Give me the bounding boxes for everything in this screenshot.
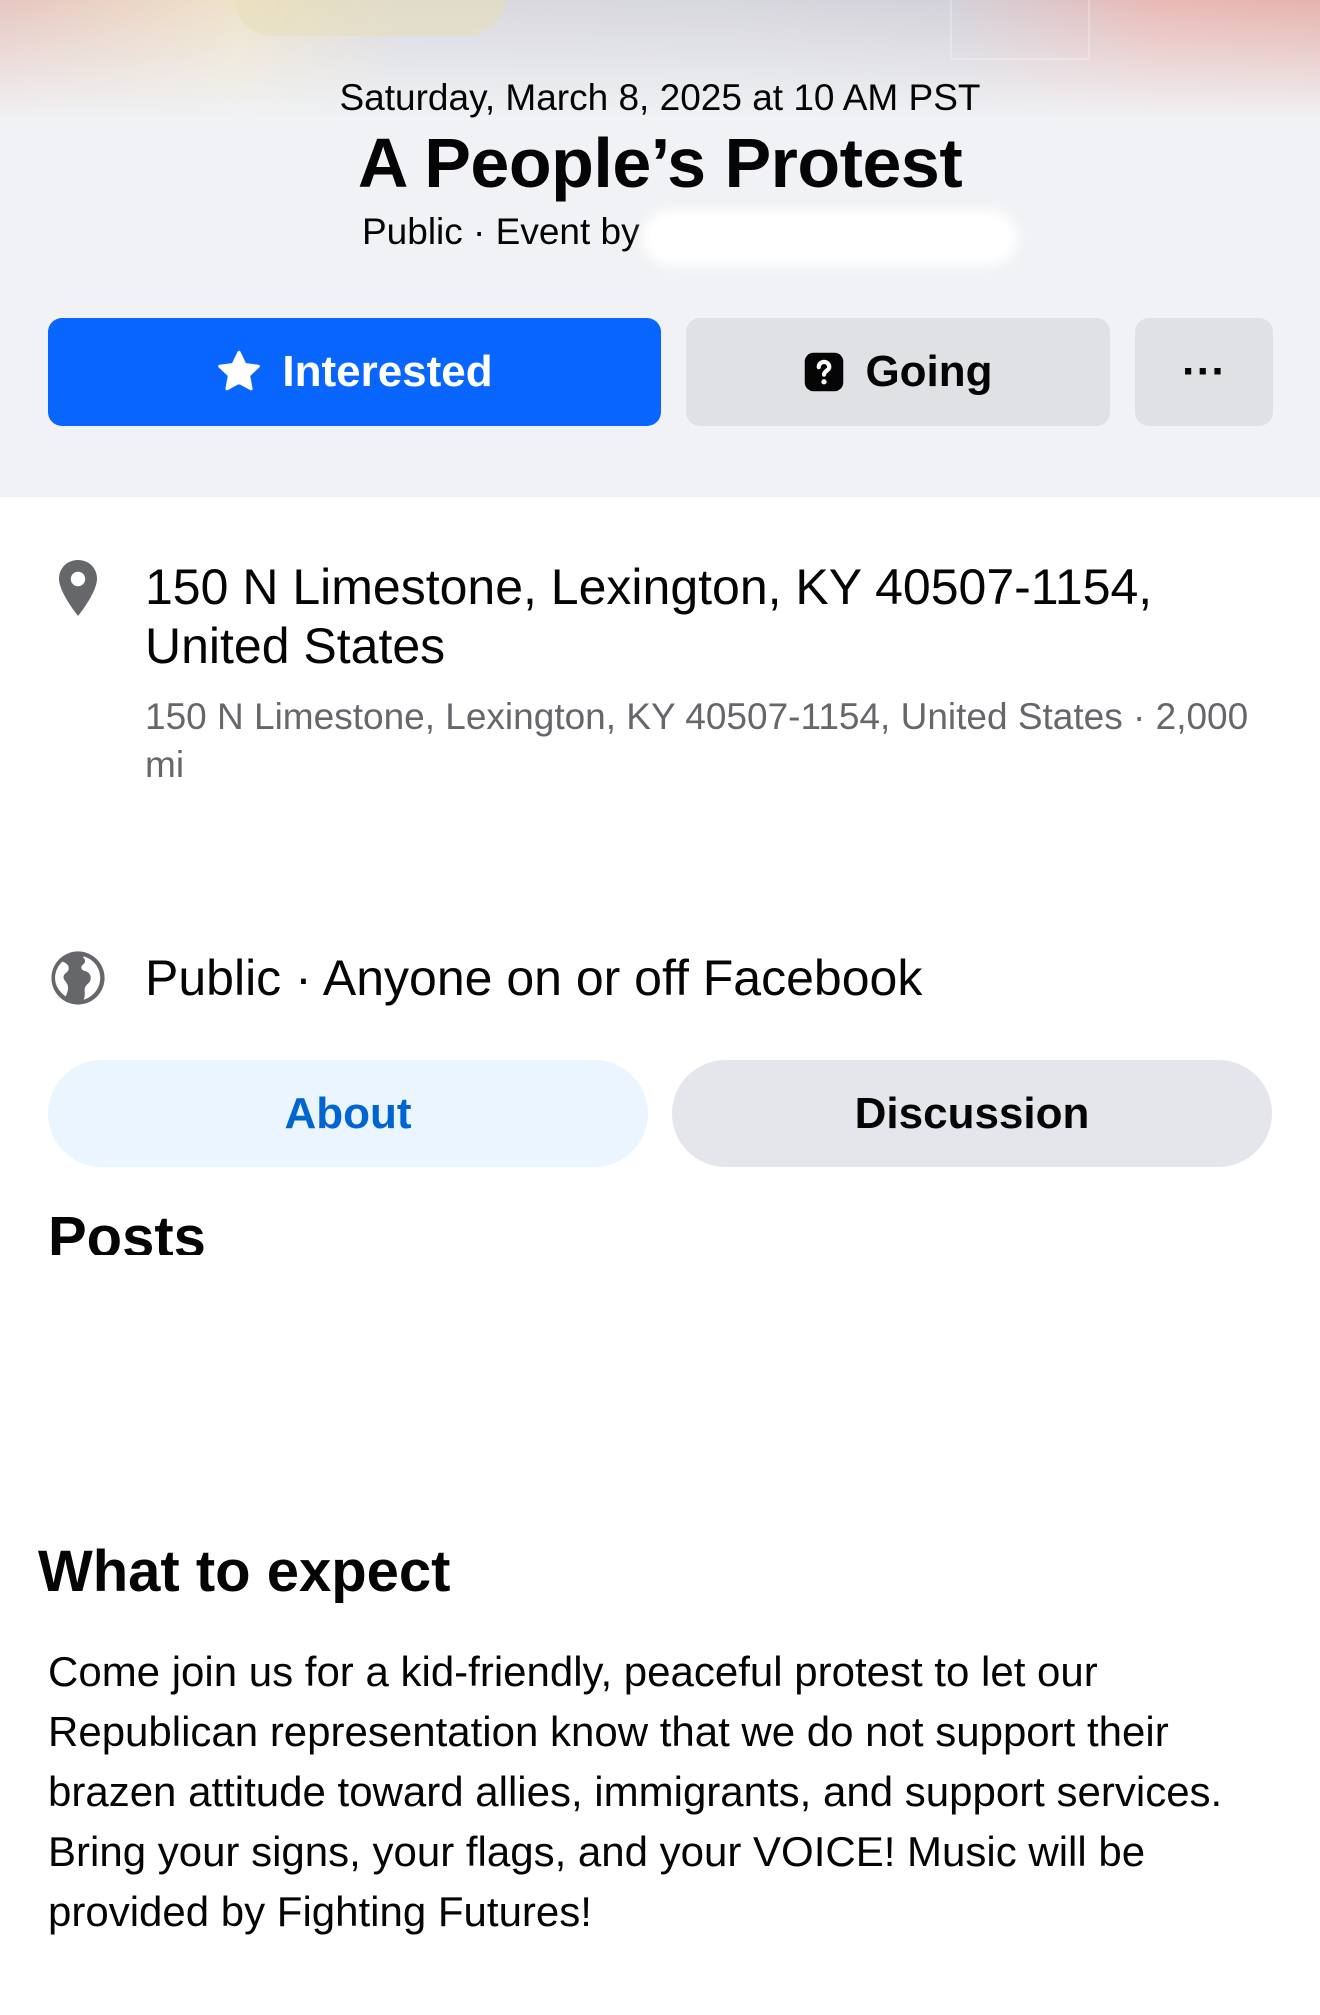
tab-discussion[interactable]: Discussion: [672, 1060, 1272, 1167]
tab-about[interactable]: About: [48, 1060, 648, 1167]
location-detail: 150 N Limestone, Lexington, KY 40507-115…: [145, 696, 1249, 785]
more-options-button[interactable]: ···: [1135, 318, 1273, 426]
going-button[interactable]: Going: [686, 318, 1110, 426]
redaction-mark: [650, 218, 1010, 258]
posts-heading: Posts: [48, 1205, 206, 1255]
privacy-text: Public · Anyone on or off Facebook: [145, 950, 923, 1006]
event-page: Saturday, March 8, 2025 at 10 AM PST A P…: [0, 0, 1320, 2015]
star-icon: [216, 350, 262, 394]
event-meta: Public · Event by: [362, 211, 640, 252]
event-description: Come join us for a kid-friendly, peacefu…: [48, 1648, 1223, 1935]
interested-label: Interested: [282, 347, 493, 396]
interested-button[interactable]: Interested: [48, 318, 661, 426]
more-dots-icon: ···: [1182, 347, 1226, 396]
globe-icon: [48, 948, 108, 1008]
going-label: Going: [865, 347, 993, 396]
event-header: Saturday, March 8, 2025 at 10 AM PST A P…: [0, 0, 1320, 497]
location-name[interactable]: 150 N Limestone, Lexington, KY 40507-115…: [145, 558, 1265, 676]
map-pin-icon: [48, 558, 108, 618]
what-to-expect-heading: What to expect: [38, 1539, 451, 1604]
question-mark-icon: [803, 351, 845, 393]
event-datetime: Saturday, March 8, 2025 at 10 AM PST: [339, 77, 981, 118]
event-title: A People’s Protest: [357, 124, 963, 202]
